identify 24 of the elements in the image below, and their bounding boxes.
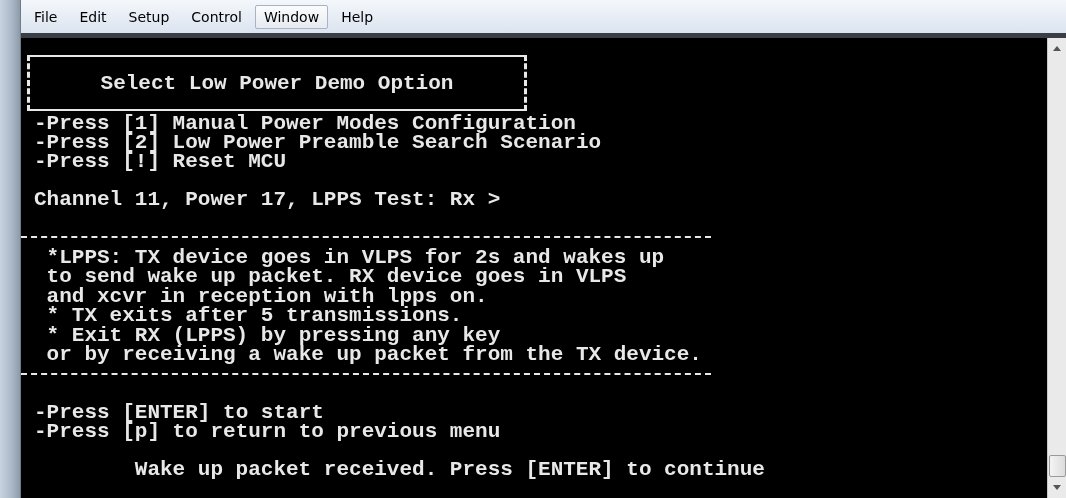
- scrollbar[interactable]: [1047, 38, 1066, 498]
- info-line: * TX exits after 5 transmissions.: [45, 306, 463, 326]
- menu-item[interactable]: Window: [254, 4, 329, 29]
- menu-option-line: -Press [1] Manual Power Modes Configuration: [34, 114, 576, 133]
- menu-option-line: -Press [!] Reset MCU: [34, 152, 287, 171]
- info-line: or by receiving a wake up packet from the TX device.: [45, 345, 702, 365]
- prompt-line: -Press [ENTER] to start: [34, 403, 324, 423]
- menu-item[interactable]: Control: [182, 4, 251, 29]
- menu-item[interactable]: File: [25, 4, 67, 29]
- prompt-line: -Press [p] to return to previous menu: [34, 422, 501, 442]
- scroll-thumb[interactable]: [1048, 455, 1066, 477]
- scroll-down-icon[interactable]: [1053, 485, 1061, 490]
- info-line: *LPPS: TX device goes in VLPS for 2s and wakes up: [45, 248, 665, 268]
- scroll-up-icon[interactable]: [1053, 46, 1061, 51]
- status-line: Channel 11, Power 17, LPPS Test: Rx >: [34, 190, 501, 209]
- menu-item[interactable]: Help: [332, 4, 383, 29]
- menu-option-line: -Press [2] Low Power Preamble Search Scenario: [34, 133, 602, 152]
- banner-title: Select Low Power Demo Option: [100, 73, 454, 93]
- info-line: * Exit RX (LPPS) by pressing any key: [45, 325, 501, 346]
- message-line: Wake up packet received. Press [ENTER] to continue: [133, 460, 765, 480]
- info-line: to send wake up packet. RX device goes in VLPS: [45, 267, 627, 287]
- info-line: and xcvr in reception with lpps on.: [45, 286, 488, 307]
- menu-item[interactable]: Setup: [119, 4, 179, 29]
- menu-item[interactable]: Edit: [70, 4, 116, 29]
